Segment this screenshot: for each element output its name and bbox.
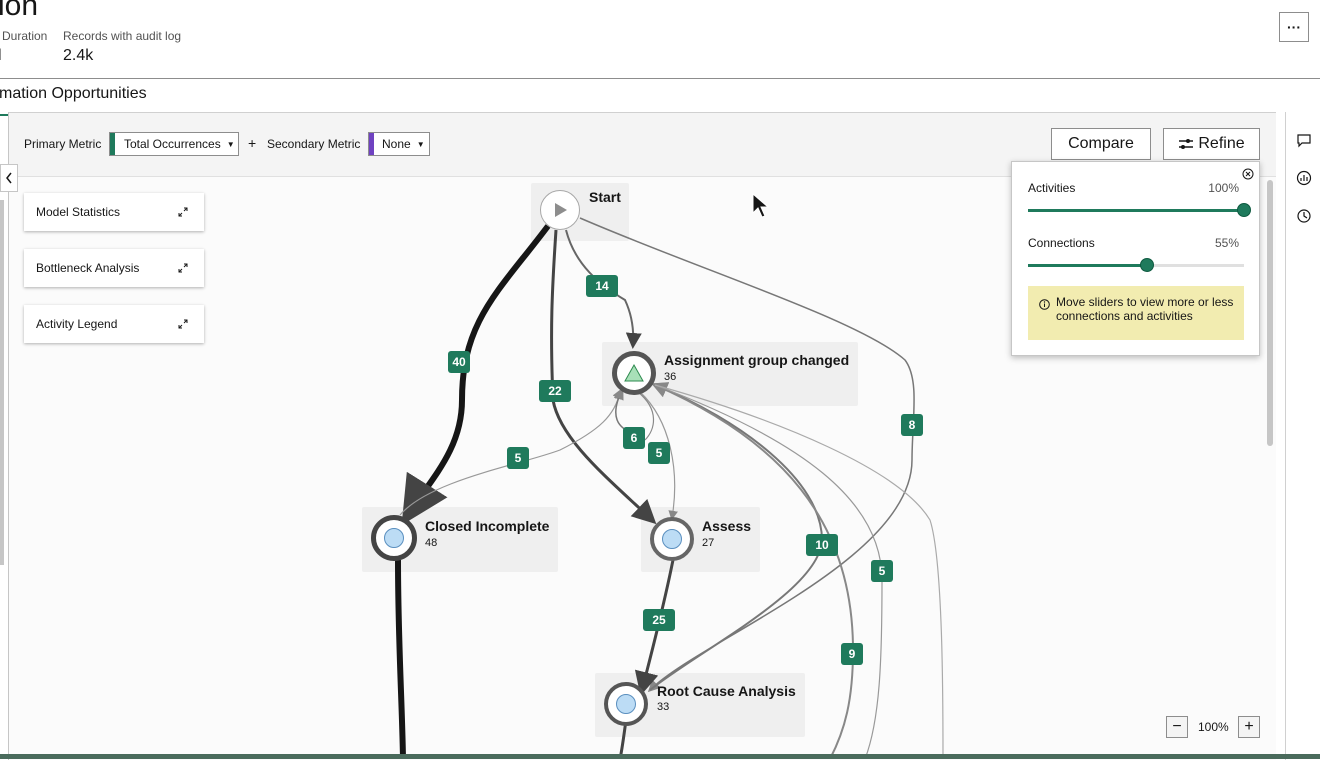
slider-hint: Move sliders to view more or less connec…	[1028, 286, 1244, 340]
activities-slider-fill	[1028, 209, 1244, 212]
edge-label[interactable]: 9	[841, 643, 863, 665]
edge-start-rca	[579, 217, 915, 693]
edge-start-closed	[401, 224, 551, 526]
edge-label[interactable]: 8	[901, 414, 923, 436]
chat-icon[interactable]	[1296, 132, 1312, 148]
right-rail	[1285, 112, 1320, 760]
process-edges	[395, 217, 944, 759]
start-node-label: Start	[589, 189, 621, 205]
edge-label[interactable]: 22	[539, 380, 571, 402]
start-node[interactable]	[540, 190, 580, 230]
zoom-level: 100%	[1198, 720, 1229, 734]
edge-label[interactable]: 25	[643, 609, 675, 631]
activities-label: Activities	[1028, 181, 1076, 195]
edge-5b	[654, 384, 883, 759]
bottom-bar	[0, 754, 1320, 759]
edge-label[interactable]: 5	[648, 442, 670, 464]
assignment-node[interactable]	[612, 351, 656, 395]
assignment-node-label: Assignment group changed	[664, 352, 850, 368]
edge-label[interactable]: 40	[448, 351, 470, 373]
assess-node[interactable]	[650, 517, 694, 561]
close-icon[interactable]	[1242, 168, 1254, 180]
dashboard-icon[interactable]	[1296, 170, 1312, 186]
vertical-scrollbar[interactable]	[1267, 180, 1273, 446]
play-icon	[555, 203, 567, 217]
assess-node-count: 27	[702, 537, 715, 549]
circle-icon	[616, 694, 636, 714]
assignment-node-count: 36	[664, 371, 677, 383]
hint-text: Move sliders to view more or less connec…	[1056, 295, 1234, 323]
connections-value: 55%	[1214, 236, 1239, 250]
rca-node-count: 33	[657, 701, 670, 713]
info-icon	[1039, 299, 1050, 310]
activities-value: 100%	[1208, 181, 1239, 195]
zoom-in-button[interactable]: +	[1238, 716, 1260, 738]
refine-panel: Activities 100% Connections 55% Move sli…	[1011, 161, 1260, 356]
edge-far	[654, 384, 944, 759]
edge-closed-down	[395, 559, 406, 759]
edge-label[interactable]: 5	[507, 447, 529, 469]
zoom-out-button[interactable]: −	[1166, 716, 1188, 738]
edge-label[interactable]: 10	[806, 534, 838, 556]
activities-slider-thumb[interactable]	[1237, 203, 1251, 217]
circle-icon	[662, 529, 682, 549]
history-icon[interactable]	[1296, 208, 1312, 224]
circle-icon	[384, 528, 404, 548]
assess-node-label: Assess	[702, 518, 752, 534]
edge-label[interactable]: 6	[623, 427, 645, 449]
rca-node-label: Root Cause Analysis	[657, 683, 796, 699]
connections-label: Connections	[1028, 236, 1095, 250]
closed-node-count: 48	[425, 537, 438, 549]
edge-label[interactable]: 5	[871, 560, 893, 582]
edge-label[interactable]: 14	[586, 275, 618, 297]
closed-node-label: Closed Incomplete	[425, 518, 550, 534]
connections-slider-thumb[interactable]	[1139, 258, 1154, 272]
connections-slider-fill	[1028, 264, 1147, 267]
mouse-cursor-icon	[752, 193, 770, 218]
closed-incomplete-node[interactable]	[371, 515, 417, 561]
triangle-icon	[624, 363, 644, 382]
rca-node[interactable]	[604, 682, 648, 726]
